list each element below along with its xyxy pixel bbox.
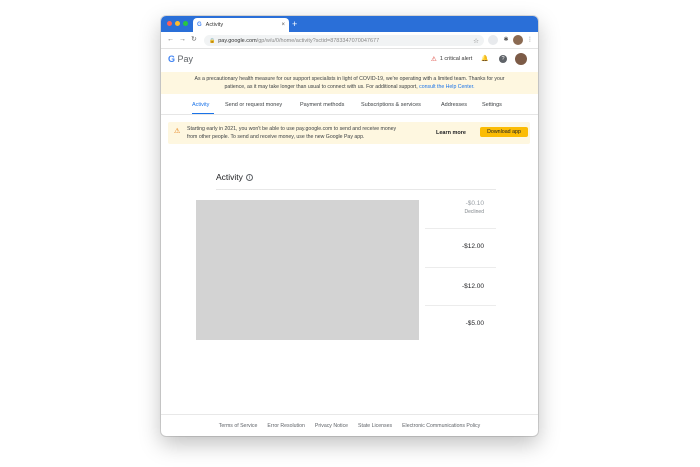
redacted-transaction-details bbox=[196, 200, 419, 340]
minimize-window-button[interactable] bbox=[175, 21, 180, 26]
covid-banner-line2: patience, as it may take longer than usu… bbox=[224, 84, 475, 90]
tabs-divider bbox=[161, 114, 538, 115]
browser-toolbar: ← → ↻ 🔒 pay.google.com/gp/w/u/0/home/act… bbox=[161, 32, 538, 49]
forward-icon[interactable]: → bbox=[179, 35, 186, 45]
tab-addresses[interactable]: Addresses bbox=[441, 102, 467, 108]
google-favicon-icon: G bbox=[197, 22, 202, 28]
footer-links: Terms of Service Error Resolution Privac… bbox=[161, 423, 538, 429]
tab-settings[interactable]: Settings bbox=[482, 102, 502, 108]
notice-text: Starting early in 2021, you won't be abl… bbox=[187, 126, 397, 140]
close-tab-icon[interactable]: × bbox=[281, 22, 285, 28]
transaction-amount: -$0.10 bbox=[465, 200, 484, 207]
tab-send-request-money[interactable]: Send or request money bbox=[225, 102, 282, 108]
app-notice-banner: ⚠ Starting early in 2021, you won't be a… bbox=[168, 122, 530, 144]
address-bar[interactable]: 🔒 pay.google.com/gp/w/u/0/home/activity?… bbox=[204, 35, 484, 46]
back-icon[interactable]: ← bbox=[167, 35, 174, 45]
transaction-amount: -$12.00 bbox=[461, 283, 484, 290]
reload-icon[interactable]: ↻ bbox=[191, 35, 197, 45]
transaction-status: Declined bbox=[464, 209, 484, 215]
row-divider bbox=[425, 228, 496, 229]
activity-title: Activity bbox=[216, 172, 243, 182]
transaction-amount: -$5.00 bbox=[465, 320, 484, 327]
transaction-amount: -$12.00 bbox=[461, 243, 484, 250]
main-tabs: Activity Send or request money Payment m… bbox=[161, 100, 538, 114]
covid-banner-line1: As a precautionary health measure for ou… bbox=[194, 76, 505, 82]
puzzle-extensions-icon[interactable]: ✱ bbox=[501, 35, 511, 45]
row-divider bbox=[425, 267, 496, 268]
transaction-row[interactable]: -$12.00 bbox=[462, 283, 484, 290]
warning-icon: ⚠ bbox=[174, 128, 181, 135]
footer-link-privacy[interactable]: Privacy Notice bbox=[315, 423, 348, 429]
footer-divider bbox=[161, 414, 538, 415]
gpay-header: G Pay ⚠ 1 critical alert 🔔 ? bbox=[161, 50, 538, 70]
footer-link-error-resolution[interactable]: Error Resolution bbox=[267, 423, 304, 429]
browser-menu-icon[interactable]: ⋮ bbox=[525, 35, 535, 45]
browser-window: G Activity × + ← → ↻ 🔒 pay.google.com/gp… bbox=[161, 16, 538, 436]
tab-subscriptions-services[interactable]: Subscriptions & services bbox=[361, 102, 421, 108]
info-icon[interactable]: i bbox=[245, 173, 253, 181]
account-avatar[interactable] bbox=[515, 53, 527, 65]
warning-icon: ⚠ bbox=[431, 56, 437, 63]
activity-divider bbox=[216, 189, 496, 190]
google-pay-logo[interactable]: G Pay bbox=[168, 54, 193, 64]
tab-strip: G Activity × + bbox=[161, 16, 538, 32]
url-text: pay.google.com/gp/w/u/0/home/activity?sc… bbox=[218, 37, 380, 44]
transaction-row[interactable]: -$0.10 Declined bbox=[465, 200, 484, 215]
row-divider bbox=[425, 305, 496, 306]
critical-alert-text: 1 critical alert bbox=[439, 56, 473, 62]
tab-activity[interactable]: Activity bbox=[192, 102, 209, 108]
transaction-row[interactable]: -$12.00 bbox=[462, 243, 484, 250]
download-app-button[interactable]: Download app bbox=[480, 127, 528, 137]
learn-more-link[interactable]: Learn more bbox=[436, 130, 466, 136]
help-center-link[interactable]: consult the Help Center. bbox=[419, 84, 474, 90]
footer-link-state-licenses[interactable]: State Licenses bbox=[358, 423, 392, 429]
lock-icon: 🔒 bbox=[209, 37, 216, 44]
notification-bell-icon[interactable]: 🔔 bbox=[481, 55, 488, 62]
activity-heading: Activity i bbox=[216, 172, 253, 182]
maximize-window-button[interactable] bbox=[183, 21, 188, 26]
footer-link-e-communications[interactable]: Electronic Communications Policy bbox=[402, 423, 480, 429]
extension-icon[interactable] bbox=[488, 35, 498, 45]
transaction-row[interactable]: -$5.00 bbox=[466, 320, 484, 327]
browser-tab-activity[interactable]: G Activity × bbox=[193, 18, 289, 32]
close-window-button[interactable] bbox=[167, 21, 172, 26]
tab-payment-methods[interactable]: Payment methods bbox=[300, 102, 344, 108]
covid-banner: As a precautionary health measure for ou… bbox=[161, 72, 538, 94]
new-tab-button[interactable]: + bbox=[292, 18, 297, 30]
critical-alert-link[interactable]: ⚠ 1 critical alert bbox=[431, 55, 472, 63]
bookmark-star-icon[interactable]: ☆ bbox=[473, 37, 479, 45]
profile-avatar-small[interactable] bbox=[513, 35, 523, 45]
footer-link-terms[interactable]: Terms of Service bbox=[219, 423, 258, 429]
help-icon[interactable]: ? bbox=[499, 55, 507, 63]
tab-title: Activity bbox=[205, 22, 224, 28]
